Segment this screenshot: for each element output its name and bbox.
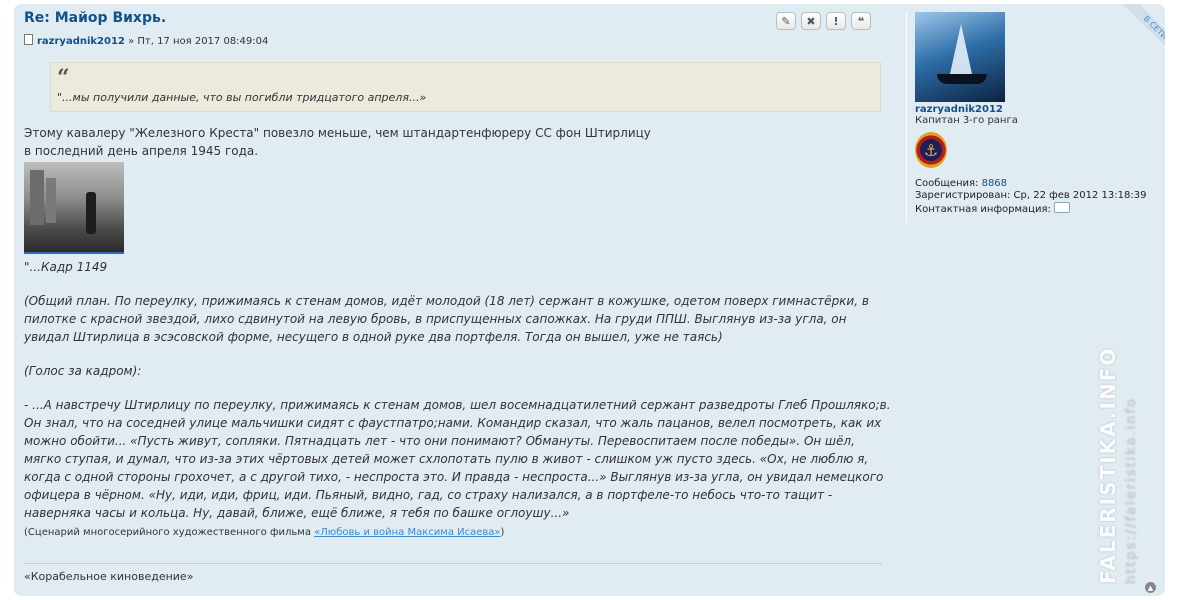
body-paragraph-1: (Общий план. По переулку, прижимаясь к с…: [24, 294, 869, 344]
ship-hull: [937, 74, 987, 84]
source-prefix: (Сценарий многосерийного художественного…: [24, 527, 315, 538]
online-status: В СЕТИ: [1122, 4, 1165, 61]
pencil-icon: ✎: [781, 14, 791, 28]
messages-label: Сообщения:: [915, 178, 979, 189]
post-image[interactable]: [24, 162, 124, 254]
profile-username[interactable]: razryadnik2012: [915, 104, 1165, 115]
image-building: [30, 170, 44, 225]
body-paragraph-3: - ...А навстречу Штирлицу по переулку, п…: [24, 398, 891, 520]
body-line-1: Этому кавалеру "Железного Креста" повезл…: [24, 126, 651, 140]
watermark-url: https://faleristika.info: [1124, 397, 1139, 584]
post-author[interactable]: razryadnik2012: [37, 36, 125, 47]
watermark-brand: FALERISTIKA.INFO: [1096, 346, 1120, 584]
quote-text: "...мы получили данные, что вы погибли т…: [57, 91, 427, 104]
registered-label: Зарегистрирован:: [915, 190, 1011, 201]
image-building: [46, 178, 56, 223]
ship-sail: [950, 24, 972, 74]
quote-button[interactable]: ❝: [851, 12, 871, 30]
messages-count[interactable]: 8868: [982, 178, 1007, 189]
post-title[interactable]: Re: Майор Вихрь.: [24, 10, 166, 26]
online-ribbon: В СЕТИ: [1105, 4, 1165, 64]
avatar[interactable]: [915, 12, 1005, 102]
source-link[interactable]: «Любовь и война Максима Исаева»: [314, 527, 500, 538]
post-body: Этому кавалеру "Железного Креста" повезл…: [24, 124, 894, 542]
contact-icon[interactable]: [1054, 202, 1071, 213]
post-meta: razryadnik2012 » Пт, 17 ноя 2017 08:49:0…: [24, 34, 268, 47]
post-date: » Пт, 17 ноя 2017 08:49:04: [128, 36, 269, 47]
profile-rank: Капитан 3-го ранга: [915, 115, 1018, 126]
contact-label: Контактная информация:: [915, 204, 1051, 215]
watermark: FALERISTIKA.INFO https://faleristika.inf…: [1096, 347, 1176, 584]
image-caption: "...Кадр 1149: [24, 260, 108, 274]
quote-icon: ❝: [857, 14, 865, 28]
post-icon[interactable]: [24, 34, 33, 45]
signature-divider: [24, 563, 882, 564]
delete-button[interactable]: ✖: [801, 12, 821, 30]
registered-date: Ср, 22 фев 2012 13:18:39: [1013, 190, 1147, 201]
profile-registered: Зарегистрирован: Ср, 22 фев 2012 13:18:3…: [915, 190, 1165, 202]
edit-button[interactable]: ✎: [776, 12, 796, 30]
profile-contact: Контактная информация:: [915, 202, 1165, 216]
warning-icon: !: [833, 14, 839, 28]
source-suffix: ): [500, 527, 505, 538]
post-buttons: ✎ ✖ ! ❝: [776, 12, 871, 30]
quote-mark-icon: “: [57, 65, 70, 91]
close-icon: ✖: [806, 14, 816, 28]
body-line-2: в последний день апреля 1945 года.: [24, 144, 259, 158]
body-paragraph-2: (Голос за кадром):: [24, 364, 142, 378]
post-panel: Re: Майор Вихрь. razryadnik2012 » Пт, 17…: [14, 4, 1165, 596]
source-note: (Сценарий многосерийного художественного…: [24, 524, 894, 542]
blockquote: “ "...мы получили данные, что вы погибли…: [50, 62, 881, 112]
report-button[interactable]: !: [826, 12, 846, 30]
rank-anchor-icon: ⚓: [915, 132, 947, 168]
profile-messages: Сообщения: 8868: [915, 178, 1165, 190]
signature: «Корабельное киноведение»: [24, 570, 194, 583]
image-soldier: [86, 192, 96, 234]
back-to-top-icon[interactable]: ▲: [1145, 582, 1156, 593]
